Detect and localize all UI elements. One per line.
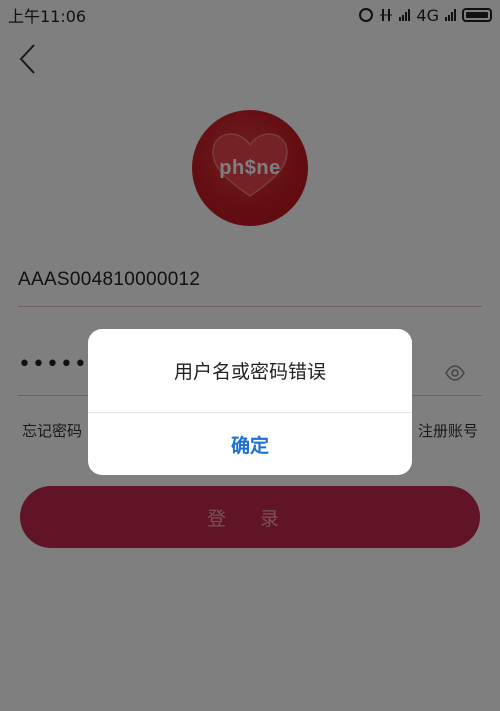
error-dialog: 用户名或密码错误 确定 (88, 329, 412, 475)
dialog-message: 用户名或密码错误 (88, 329, 412, 413)
confirm-button[interactable]: 确定 (88, 413, 412, 475)
